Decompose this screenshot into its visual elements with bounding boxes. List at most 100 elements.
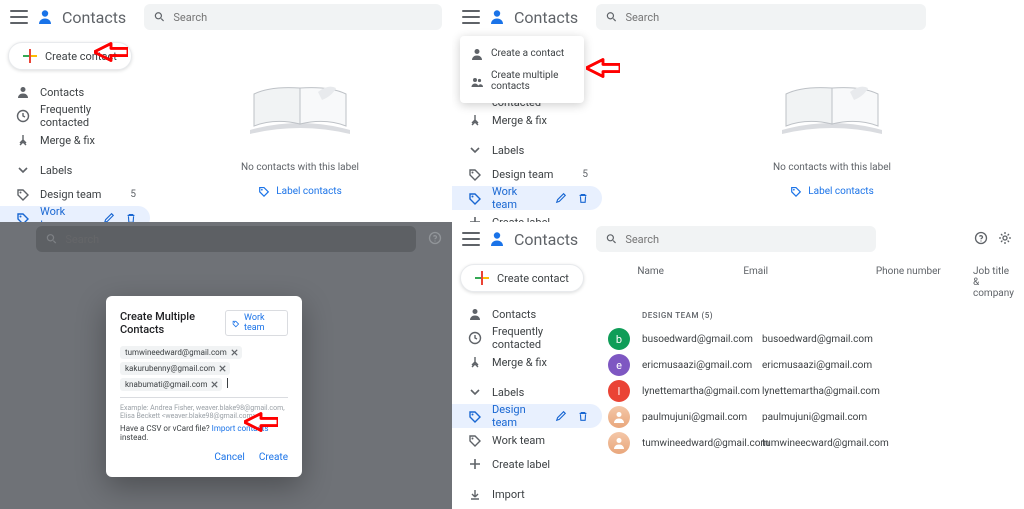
menu-icon[interactable] bbox=[10, 10, 28, 24]
nav-merge[interactable]: Merge & fix bbox=[452, 350, 602, 374]
group-header: Design Team (5) bbox=[642, 311, 1014, 320]
search-bar[interactable] bbox=[144, 4, 442, 30]
search-input[interactable] bbox=[625, 233, 866, 246]
contacts-logo bbox=[36, 8, 54, 26]
search-bar[interactable] bbox=[596, 4, 926, 30]
search-icon bbox=[154, 11, 165, 23]
settings-icon[interactable] bbox=[998, 231, 1012, 245]
col-name: Name bbox=[637, 266, 743, 299]
dialog-label-chip[interactable]: Work team bbox=[225, 310, 288, 336]
chip[interactable]: knabumati@gmail.com bbox=[120, 378, 222, 391]
nav-labels-header[interactable]: Labels bbox=[452, 138, 602, 162]
tutorial-arrow bbox=[586, 58, 620, 81]
row-email: lynettemartha@gmail.com bbox=[762, 386, 912, 397]
edit-label-icon[interactable] bbox=[552, 407, 570, 425]
label-contacts-link[interactable]: Label contacts bbox=[790, 185, 874, 197]
search-bar bbox=[36, 226, 416, 252]
row-name: tumwineedward@gmail.com bbox=[642, 438, 762, 449]
app-title: Contacts bbox=[514, 230, 578, 249]
text-caret bbox=[227, 378, 228, 388]
empty-book-illustration bbox=[240, 78, 360, 148]
empty-state-text: No contacts with this label bbox=[180, 162, 420, 173]
table-row[interactable]: b busoedward@gmail.combusoedward@gmail.co… bbox=[602, 326, 1014, 352]
nav-labels-header[interactable]: Labels bbox=[452, 380, 602, 404]
tutorial-arrow bbox=[94, 42, 128, 65]
remove-chip-icon[interactable] bbox=[218, 364, 227, 373]
contacts-logo bbox=[488, 230, 506, 248]
row-email: busoedward@gmail.com bbox=[762, 334, 912, 345]
table-row[interactable]: paulmujuni@gmail.compaulmujuni@gmail.com bbox=[602, 404, 1014, 430]
avatar: l bbox=[608, 380, 630, 402]
nav-import[interactable]: Import bbox=[452, 482, 602, 506]
tutorial-arrow bbox=[244, 412, 278, 435]
table-row[interactable]: e ericmusaazi@gmail.comericmusaazi@gmail.… bbox=[602, 352, 1014, 378]
help-icon bbox=[428, 231, 442, 245]
menu-icon[interactable] bbox=[462, 10, 480, 24]
avatar bbox=[608, 406, 630, 428]
search-input[interactable] bbox=[625, 11, 916, 24]
remove-chip-icon[interactable] bbox=[230, 348, 239, 357]
search-icon bbox=[606, 11, 617, 23]
menu-icon[interactable] bbox=[462, 232, 480, 246]
row-name: lynettemartha@gmail.com bbox=[642, 386, 762, 397]
chip[interactable]: kakurubenny@gmail.com bbox=[120, 362, 230, 375]
search-icon bbox=[46, 233, 57, 245]
nav-merge[interactable]: Merge & fix bbox=[452, 108, 602, 132]
row-name: paulmujuni@gmail.com bbox=[642, 412, 762, 423]
nav-contacts[interactable]: Contacts bbox=[0, 80, 150, 104]
delete-label-icon[interactable] bbox=[574, 189, 592, 207]
menu-create-many[interactable]: Create multiple contacts bbox=[460, 65, 584, 97]
nav-create-label[interactable]: Create label bbox=[452, 210, 602, 222]
email-chips[interactable]: tumwineedward@gmail.com kakurubenny@gmai… bbox=[120, 346, 288, 391]
nav-contacts[interactable]: Contacts bbox=[452, 302, 602, 326]
nav-work-team[interactable]: Work team bbox=[452, 186, 602, 210]
nav-design-team[interactable]: Design team5 bbox=[452, 162, 602, 186]
help-icon[interactable] bbox=[974, 231, 988, 245]
nav-work-team[interactable]: Work team bbox=[0, 206, 150, 222]
search-bar[interactable] bbox=[596, 226, 876, 252]
row-name: ericmusaazi@gmail.com bbox=[642, 360, 762, 371]
nav-work-team[interactable]: Work team bbox=[452, 428, 602, 452]
plus-icon bbox=[23, 49, 37, 63]
edit-label-icon[interactable] bbox=[100, 209, 118, 222]
create-contact-button[interactable]: Create contact bbox=[460, 264, 584, 292]
row-email: tumwineecward@gmail.com bbox=[762, 438, 912, 449]
row-name: busoedward@gmail.com bbox=[642, 334, 762, 345]
delete-label-icon[interactable] bbox=[574, 407, 592, 425]
label-contacts-link[interactable]: Label contacts bbox=[258, 185, 342, 197]
cancel-button[interactable]: Cancel bbox=[214, 452, 244, 463]
create-button[interactable]: Create bbox=[259, 452, 288, 463]
create-multiple-dialog: Create Multiple Contacts Work team tumwi… bbox=[106, 296, 302, 477]
nav-merge[interactable]: Merge & fix bbox=[0, 128, 150, 152]
table-row[interactable]: l lynettemartha@gmail.comlynettemartha@gm… bbox=[602, 378, 1014, 404]
dialog-title: Create Multiple Contacts bbox=[120, 310, 225, 336]
contacts-logo bbox=[488, 8, 506, 26]
col-email: Email bbox=[743, 266, 876, 299]
chip[interactable]: tumwineedward@gmail.com bbox=[120, 346, 242, 359]
nav-labels-header[interactable]: Labels bbox=[0, 158, 150, 182]
delete-label-icon[interactable] bbox=[122, 209, 140, 222]
nav-design-team[interactable]: Design team5 bbox=[0, 182, 150, 206]
app-title: Contacts bbox=[62, 8, 126, 27]
edit-label-icon[interactable] bbox=[552, 189, 570, 207]
nav-frequent[interactable]: Frequently contacted bbox=[0, 104, 150, 128]
avatar: b bbox=[608, 328, 630, 350]
empty-book-illustration bbox=[772, 78, 892, 148]
row-email: ericmusaazi@gmail.com bbox=[762, 360, 912, 371]
plus-icon bbox=[475, 271, 489, 285]
nav-design-team[interactable]: Design team bbox=[452, 404, 602, 428]
search-icon bbox=[606, 233, 617, 245]
table-header: Name Email Phone number Job title & comp… bbox=[602, 262, 1014, 307]
empty-state-text: No contacts with this label bbox=[712, 162, 952, 173]
search-input bbox=[65, 233, 406, 246]
remove-chip-icon[interactable] bbox=[210, 380, 219, 389]
nav-frequent[interactable]: Frequently contacted bbox=[452, 326, 602, 350]
col-job: Job title & company bbox=[973, 266, 1014, 299]
table-row[interactable]: tumwineedward@gmail.comtumwineecward@gma… bbox=[602, 430, 1014, 456]
nav-create-label[interactable]: Create label bbox=[452, 452, 602, 476]
menu-create-one[interactable]: Create a contact bbox=[460, 42, 584, 65]
avatar: e bbox=[608, 354, 630, 376]
app-title: Contacts bbox=[514, 8, 578, 27]
col-phone: Phone number bbox=[876, 266, 973, 299]
search-input[interactable] bbox=[173, 11, 432, 24]
